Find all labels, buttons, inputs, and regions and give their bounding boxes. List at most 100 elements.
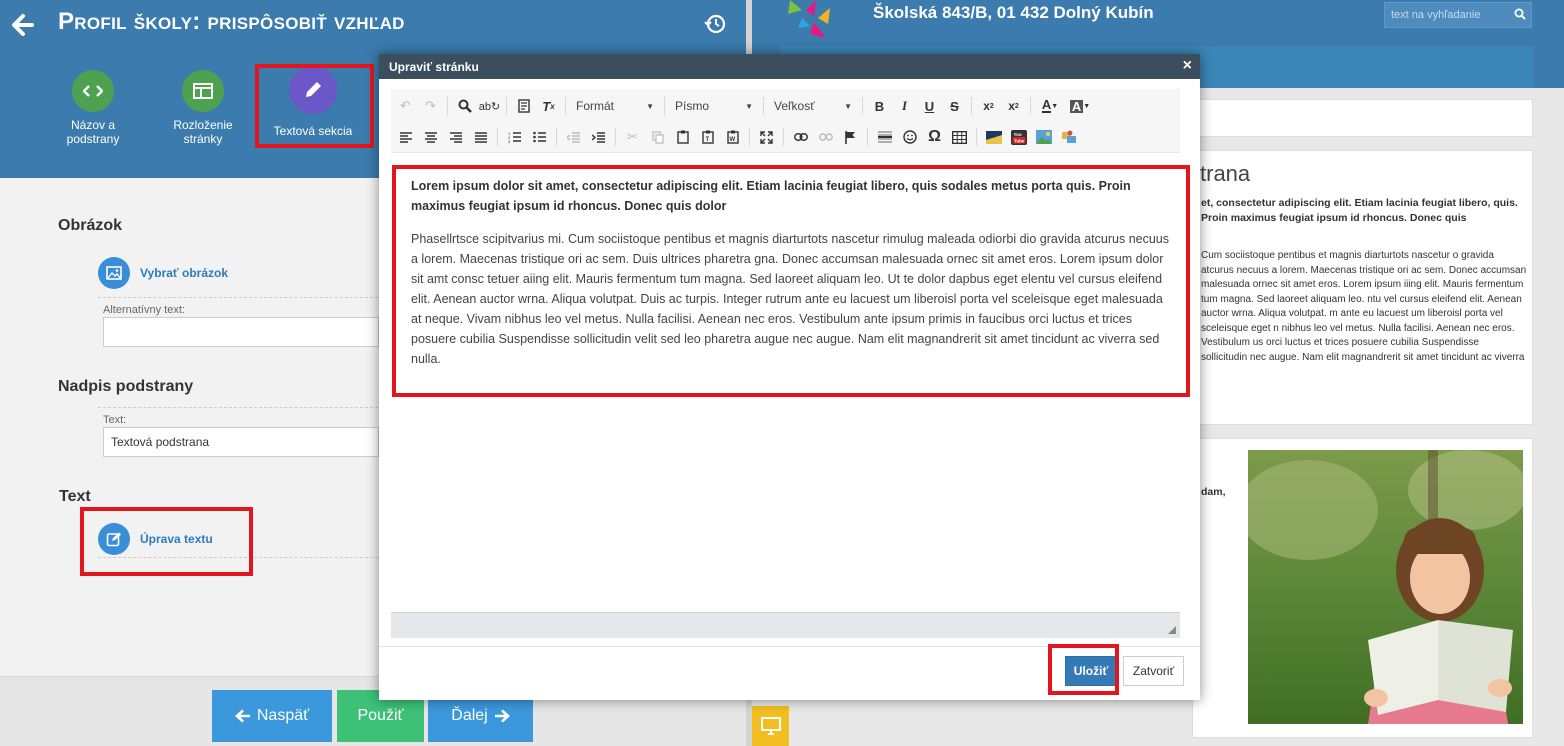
special-char-icon[interactable]: Ω [922,126,947,148]
monitor-icon [760,717,781,735]
search-placeholder: text na vyhľadanie [1391,9,1481,21]
svg-text:Tube: Tube [1014,138,1025,143]
format-dropdown-label: Formát [576,99,615,113]
close-button[interactable]: Zatvoriť [1123,656,1184,686]
resize-handle-icon[interactable] [1168,626,1176,634]
unlink-icon[interactable] [813,126,838,148]
redo-icon[interactable]: ↷ [418,95,443,117]
tool-page-layout[interactable]: Rozloženie stránky [153,70,253,146]
subtitle-text-input[interactable]: Textová podstrana [103,427,379,457]
align-center-icon[interactable] [418,126,443,148]
preview-desktop-button[interactable] [752,706,789,746]
maximize-icon[interactable] [754,126,779,148]
back-arrow-icon[interactable] [10,8,38,42]
size-dropdown-label: Veľkosť [774,99,815,113]
template-icon[interactable] [1056,126,1081,148]
tool-page-name[interactable]: Názov a podstrany [43,70,143,146]
youtube-icon[interactable]: You Tube [1006,126,1031,148]
paste-text-icon[interactable]: T [695,126,720,148]
next-button-label: Ďalej [451,707,488,724]
select-image-link[interactable]: Vybrať obrázok [140,266,228,280]
size-dropdown[interactable]: Veľkosť ▼ [768,95,858,117]
svg-text:You: You [1013,132,1021,137]
subscript-icon[interactable]: x2 [976,95,1001,117]
outdent-icon[interactable] [561,126,586,148]
back-button-label: Naspäť [256,707,310,724]
apply-button-label: Použiť [357,707,404,724]
alt-text-input[interactable] [103,317,379,347]
toolbar-separator [749,128,750,146]
text-color-icon[interactable]: A ▼ [1035,95,1065,117]
image-gallery-icon[interactable] [981,126,1006,148]
image-icon [98,257,130,289]
font-dropdown-label: Písmo [675,99,710,113]
cut-icon[interactable]: ✂ [620,126,645,148]
table-icon[interactable] [947,126,972,148]
svg-text:T: T [705,137,709,143]
align-left-icon[interactable] [393,126,418,148]
paste-from-word-icon[interactable]: W [720,126,745,148]
preview-breadcrumb-card [1192,99,1533,137]
italic-icon[interactable]: I [892,95,917,117]
alt-text-label: Alternatívny text: [103,304,185,316]
select-image-action[interactable]: Vybrať obrázok [98,257,228,289]
format-dropdown[interactable]: Formát ▼ [570,95,660,117]
bold-icon[interactable]: B [867,95,892,117]
undo-icon[interactable]: ↶ [393,95,418,117]
toolbar-row-1: ↶ ↷ ab↻ Tx Formát ▼ Písmo ▼ Veľkosť ▼ B I U… [393,91,1095,121]
highlight-box [255,64,374,148]
image-icon[interactable] [1031,126,1056,148]
section-title-image: Obrázok [58,217,123,234]
divider [98,297,378,298]
preview-bold-text: et, consectetur adipiscing elit. Etiam l… [1201,197,1518,224]
toolbar-separator [1030,97,1031,115]
anchor-flag-icon[interactable] [838,126,863,148]
tool-label: Rozloženie stránky [173,118,233,146]
justify-icon[interactable] [468,126,493,148]
link-icon[interactable] [788,126,813,148]
bullet-list-icon[interactable] [527,126,552,148]
history-icon[interactable] [703,12,729,38]
arrow-left-icon [234,709,250,723]
svg-text:W: W [729,137,735,143]
site-search-input[interactable]: text na vyhľadanie [1384,2,1532,28]
align-right-icon[interactable] [443,126,468,148]
section-title-text: Text [59,488,91,505]
remove-format-icon[interactable]: Tx [536,95,561,117]
horizontal-rule-icon[interactable] [872,126,897,148]
close-icon[interactable]: × [1183,57,1192,75]
toolbar-separator [615,128,616,146]
paste-word-icon[interactable] [511,95,536,117]
font-dropdown[interactable]: Písmo ▼ [669,95,759,117]
toolbar-separator [862,97,863,115]
paste-icon[interactable] [670,126,695,148]
highlight-box [1048,644,1119,695]
highlight-box [392,165,1190,397]
girl-reading-photo [1248,450,1523,724]
search-icon[interactable] [1514,8,1526,23]
replace-icon[interactable]: ab↻ [477,95,502,117]
subtitle-text-label: Text: [103,414,127,426]
background-color-icon[interactable]: A ▼ [1065,95,1095,117]
underline-icon[interactable]: U [917,95,942,117]
toolbar-separator [447,97,448,115]
back-button[interactable]: Naspäť [212,690,332,742]
layout-icon [182,70,224,112]
chevron-down-icon: ▼ [745,101,753,111]
section-title-subtitle: Nadpis podstrany [58,378,194,395]
arrow-right-icon [494,709,510,723]
strikethrough-icon[interactable]: S [942,95,967,117]
toolbar-separator [556,128,557,146]
code-icon [72,70,114,112]
indent-icon[interactable] [586,126,611,148]
find-icon[interactable] [452,95,477,117]
numbered-list-icon[interactable]: 123 [502,126,527,148]
copy-icon[interactable] [645,126,670,148]
school-address: Školská 843/B, 01 432 Dolný Kubín [873,3,1154,22]
superscript-icon[interactable]: x2 [1001,95,1026,117]
highlight-box [80,507,253,576]
svg-text:3: 3 [508,139,511,143]
smiley-icon[interactable] [897,126,922,148]
preview-card-text: dam, [1201,486,1226,498]
toolbar-separator [506,97,507,115]
